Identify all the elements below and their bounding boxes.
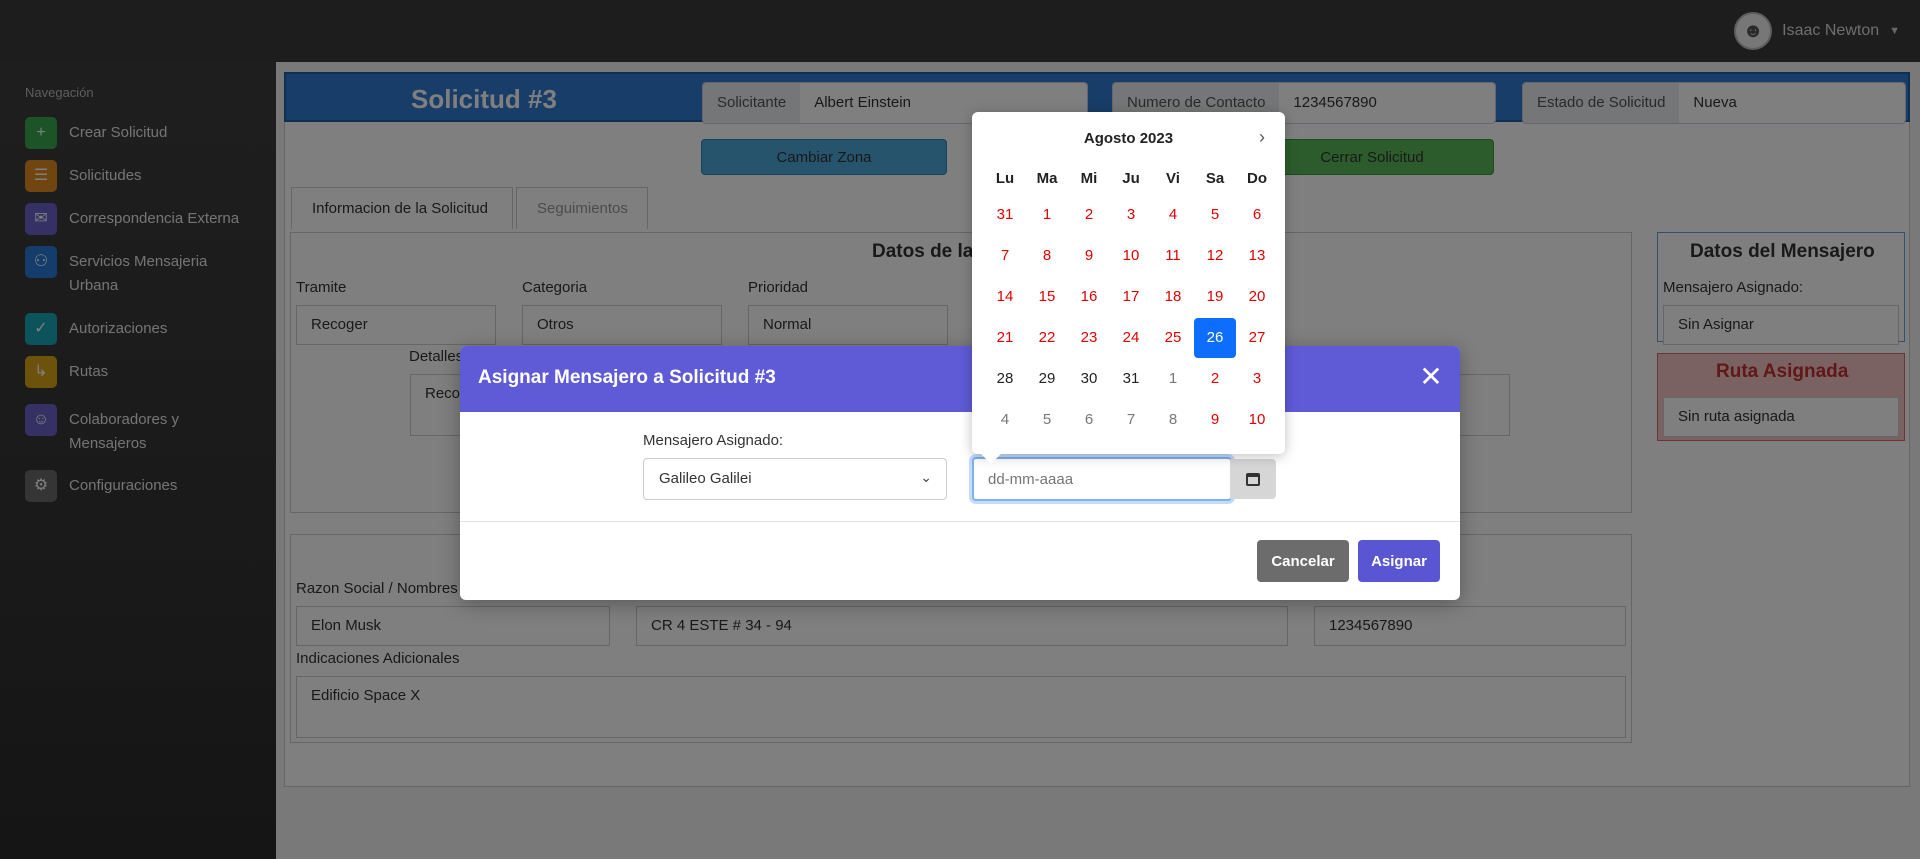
calendar-day[interactable]: 9 <box>1068 235 1110 276</box>
calendar-day[interactable]: 22 <box>1026 317 1068 358</box>
calendar-day[interactable]: 13 <box>1236 235 1278 276</box>
calendar-day-selected[interactable]: 26 <box>1194 317 1236 358</box>
calendar-icon <box>1246 472 1260 486</box>
weekday-header: Ju <box>1122 169 1140 187</box>
calendar-day[interactable]: 19 <box>1194 276 1236 317</box>
weekday-header: Do <box>1247 169 1267 187</box>
calendar-day[interactable]: 2 <box>1194 358 1236 399</box>
calendar-day[interactable]: 16 <box>1068 276 1110 317</box>
calendar-grid: Lu Ma Mi Ju Vi Sa Do 31 1 2 3 4 5 6 7 8 9 10 11 12 13 14 15 16 1… <box>984 162 1274 440</box>
calendar-day[interactable]: 23 <box>1068 317 1110 358</box>
calendar-day[interactable]: 21 <box>984 317 1026 358</box>
calendar-day[interactable]: 8 <box>1152 399 1194 440</box>
calendar-day[interactable]: 7 <box>1110 399 1152 440</box>
modal-header: Asignar Mensajero a Solicitud #3 ✕ <box>460 346 1460 412</box>
month-label: Agosto 2023 <box>1083 130 1174 147</box>
cancel-button[interactable]: Cancelar <box>1257 540 1349 582</box>
calendar-day[interactable]: 20 <box>1236 276 1278 317</box>
calendar-day[interactable]: 4 <box>1152 194 1194 235</box>
calendar-day[interactable]: 6 <box>1236 194 1278 235</box>
calendar-button[interactable] <box>1230 459 1276 499</box>
calendar-day[interactable]: 5 <box>1026 399 1068 440</box>
calendar-day[interactable]: 1 <box>1026 194 1068 235</box>
calendar-day[interactable]: 10 <box>1110 235 1152 276</box>
calendar-day[interactable]: 24 <box>1110 317 1152 358</box>
weekday-header: Vi <box>1166 169 1180 187</box>
calendar-day[interactable]: 25 <box>1152 317 1194 358</box>
calendar-day[interactable]: 3 <box>1110 194 1152 235</box>
modal-body: Mensajero Asignado: Galileo Galilei ⌄ <box>460 412 1460 522</box>
weekday-header: Mi <box>1080 169 1098 187</box>
weekday-header: Sa <box>1205 169 1225 187</box>
date-input[interactable] <box>972 457 1232 501</box>
calendar-day[interactable]: 4 <box>984 399 1026 440</box>
weekday-header: Lu <box>995 169 1015 187</box>
calendar-day[interactable]: 18 <box>1152 276 1194 317</box>
close-icon[interactable]: ✕ <box>1416 362 1446 392</box>
calendar-day[interactable]: 17 <box>1110 276 1152 317</box>
calendar-day[interactable]: 11 <box>1152 235 1194 276</box>
calendar-day[interactable]: 9 <box>1194 399 1236 440</box>
courier-select-value: Galileo Galilei <box>659 470 752 487</box>
courier-select-label: Mensajero Asignado: <box>643 432 784 449</box>
weekday-header: Ma <box>1036 169 1058 187</box>
calendar-day[interactable]: 8 <box>1026 235 1068 276</box>
next-month-icon[interactable]: › <box>1259 127 1265 148</box>
assign-courier-modal: Asignar Mensajero a Solicitud #3 ✕ Mensa… <box>460 346 1460 600</box>
calendar-day[interactable]: 29 <box>1026 358 1068 399</box>
calendar-day[interactable]: 2 <box>1068 194 1110 235</box>
calendar-day[interactable]: 31 <box>1110 358 1152 399</box>
calendar-day[interactable]: 28 <box>984 358 1026 399</box>
calendar-day[interactable]: 31 <box>984 194 1026 235</box>
calendar-day[interactable]: 7 <box>984 235 1026 276</box>
calendar-day[interactable]: 27 <box>1236 317 1278 358</box>
calendar-day[interactable]: 14 <box>984 276 1026 317</box>
calendar-day[interactable]: 12 <box>1194 235 1236 276</box>
modal-title: Asignar Mensajero a Solicitud #3 <box>478 367 776 388</box>
calendar-day[interactable]: 6 <box>1068 399 1110 440</box>
date-picker: Agosto 2023 › Lu Ma Mi Ju Vi Sa Do 31 1 2 3 4 5 6 7 8 9 1… <box>972 112 1285 464</box>
calendar-day[interactable]: 10 <box>1236 399 1278 440</box>
courier-select[interactable]: Galileo Galilei ⌄ <box>643 458 947 500</box>
calendar-day[interactable]: 30 <box>1068 358 1110 399</box>
assign-button[interactable]: Asignar <box>1358 540 1440 582</box>
calendar-day[interactable]: 15 <box>1026 276 1068 317</box>
calendar-day[interactable]: 1 <box>1152 358 1194 399</box>
calendar-day[interactable]: 5 <box>1194 194 1236 235</box>
chevron-down-icon: ⌄ <box>920 469 932 485</box>
calendar-day[interactable]: 3 <box>1236 358 1278 399</box>
